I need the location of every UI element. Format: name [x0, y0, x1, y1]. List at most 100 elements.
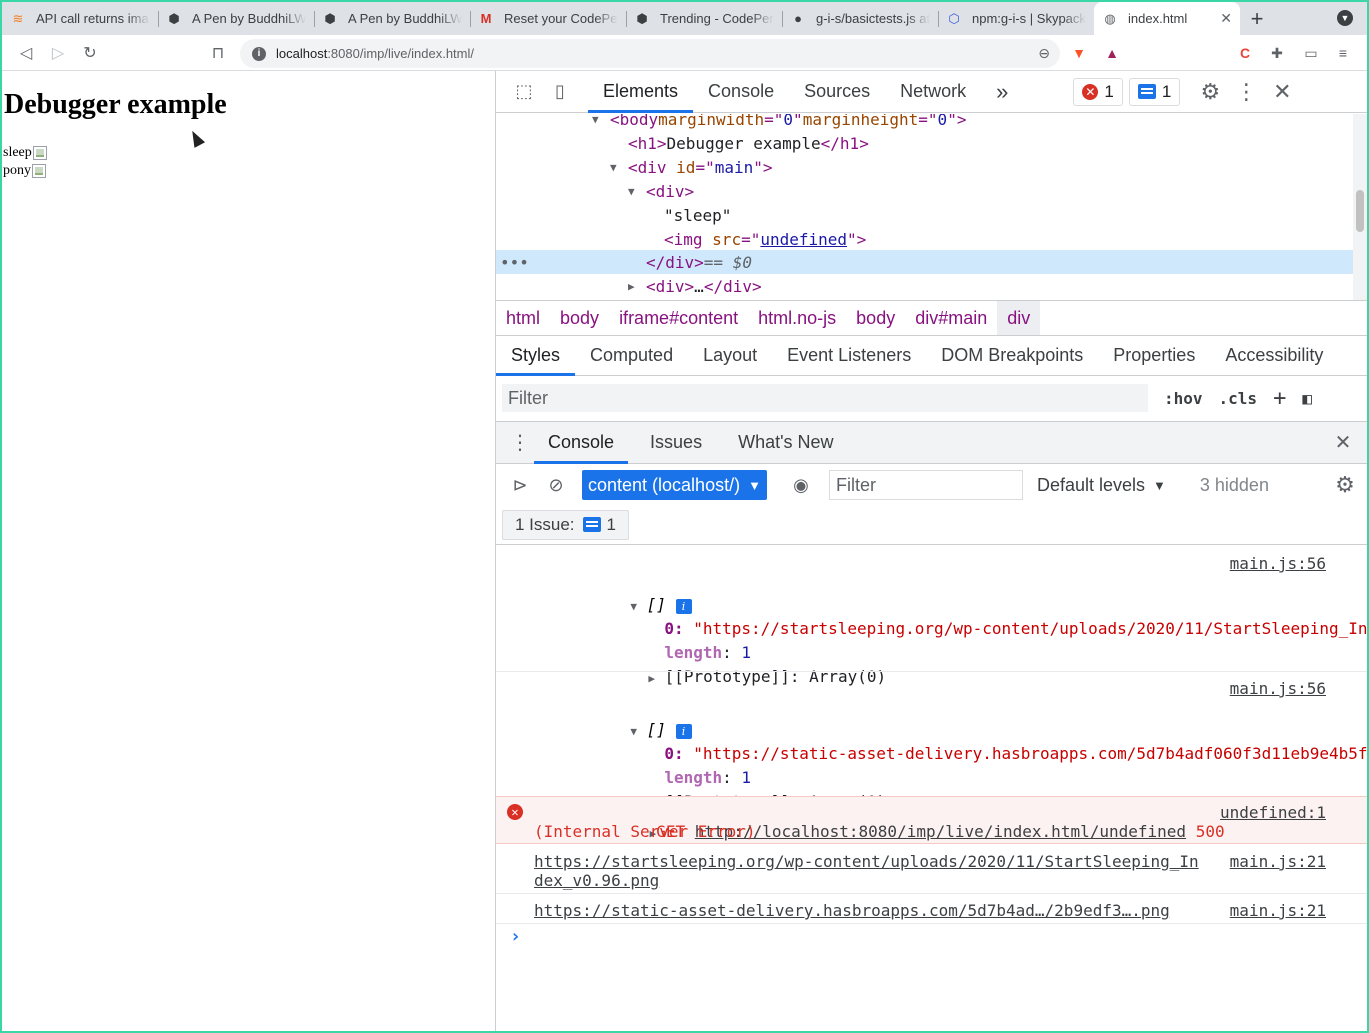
- site-info-icon[interactable]: i: [252, 46, 266, 61]
- tab-title: A Pen by BuddhiLW: [348, 11, 462, 26]
- drawer-tab-console[interactable]: Console: [534, 422, 629, 464]
- list-item: pony: [3, 163, 46, 179]
- more-tabs-button[interactable]: »: [981, 71, 1023, 113]
- zoom-icon[interactable]: ⊖: [1038, 45, 1050, 62]
- breadcrumb-item[interactable]: iframe#content: [609, 301, 748, 335]
- show-sidebar-icon[interactable]: ⊳: [502, 464, 538, 506]
- console-prompt[interactable]: ›: [510, 926, 521, 947]
- dom-node[interactable]: <h1> Debugger example </h1>: [496, 131, 1354, 155]
- live-expression-eye-icon[interactable]: ◉: [783, 464, 819, 506]
- expand-triangle-icon[interactable]: ▼: [610, 161, 628, 174]
- context-selector[interactable]: content (localhost/) ▼: [582, 470, 767, 500]
- dom-text-node[interactable]: "sleep": [496, 203, 1354, 227]
- source-link[interactable]: main.js:56: [1230, 679, 1326, 698]
- drawer-menu-icon[interactable]: ⋮: [506, 422, 534, 464]
- drawer-tab-issues[interactable]: Issues: [636, 422, 716, 464]
- new-tab-button[interactable]: +: [1240, 2, 1274, 35]
- tab-accessibility[interactable]: Accessibility: [1210, 336, 1338, 376]
- hov-toggle[interactable]: :hov: [1164, 389, 1203, 408]
- tab-sources[interactable]: Sources: [789, 71, 885, 113]
- browser-tab[interactable]: ⬢ A Pen by BuddhiLW: [314, 2, 470, 35]
- dom-node[interactable]: ▶ <div>… </div>: [496, 274, 1354, 298]
- logged-url-link[interactable]: dex_v0.96.png: [534, 871, 659, 890]
- browser-tab[interactable]: ⬢ Trending - CodePen: [626, 2, 782, 35]
- dom-tree-scrollbar[interactable]: [1353, 114, 1367, 300]
- source-link[interactable]: undefined:1: [1220, 803, 1326, 822]
- collapsed-triangle-icon[interactable]: ▶: [648, 672, 655, 685]
- cls-toggle[interactable]: .cls: [1219, 389, 1258, 408]
- breadcrumb-item[interactable]: div#main: [905, 301, 997, 335]
- dom-node-selected[interactable]: ••• </div> == $0: [496, 250, 1354, 274]
- clear-console-icon[interactable]: ⊘: [538, 464, 574, 506]
- dom-tree[interactable]: ▼ < body marginwidth =" 0 " marginheight =" 0 ">…: [496, 114, 1354, 300]
- close-devtools-icon[interactable]: ✕: [1264, 71, 1300, 113]
- dom-node[interactable]: ▼ <div id =" main ">: [496, 155, 1354, 179]
- extension-c-icon[interactable]: C: [1234, 43, 1256, 63]
- error-count-badge[interactable]: ✕ 1: [1073, 77, 1123, 106]
- browser-tab[interactable]: ⬡ npm:g-i-s | Skypack: [938, 2, 1094, 35]
- console-filter-input[interactable]: Filter: [828, 470, 1023, 500]
- logged-url-link[interactable]: https://startsleeping.org/wp-content/upl…: [534, 852, 1199, 871]
- reload-button[interactable]: ↻: [74, 39, 106, 67]
- logged-url-link[interactable]: https://static-asset-delivery.hasbroapps…: [534, 901, 1170, 920]
- breadcrumb-item[interactable]: body: [550, 301, 609, 335]
- breadcrumb-item[interactable]: html.no-js: [748, 301, 846, 335]
- browser-menu-icon[interactable]: ≡: [1332, 43, 1354, 63]
- styles-filter-input[interactable]: Filter: [502, 384, 1148, 412]
- tab-properties[interactable]: Properties: [1098, 336, 1210, 376]
- tab-layout[interactable]: Layout: [688, 336, 772, 376]
- browser-tab[interactable]: ● g-i-s/basictests.js at m: [782, 2, 938, 35]
- new-style-rule-icon[interactable]: +: [1273, 386, 1286, 411]
- tab-title: g-i-s/basictests.js at m: [816, 11, 930, 26]
- tab-computed[interactable]: Computed: [575, 336, 688, 376]
- message-count-badge[interactable]: 1: [1128, 77, 1181, 106]
- source-link[interactable]: main.js:56: [1230, 554, 1326, 573]
- more-options-icon[interactable]: ⋮: [1228, 71, 1264, 113]
- breadcrumb-item-active[interactable]: div: [997, 301, 1041, 335]
- device-toolbar-icon[interactable]: ▯: [542, 71, 578, 113]
- settings-gear-icon[interactable]: ⚙: [1192, 71, 1228, 113]
- item-label: pony: [3, 163, 31, 178]
- inspect-element-icon[interactable]: ⬚: [506, 71, 542, 113]
- browser-tab[interactable]: M Reset your CodePen p: [470, 2, 626, 35]
- tab-styles[interactable]: Styles: [496, 336, 576, 376]
- browser-tab[interactable]: ⬢ A Pen by BuddhiLW: [158, 2, 314, 35]
- node-actions-icon[interactable]: •••: [500, 253, 529, 272]
- close-tab-icon[interactable]: ✕: [1220, 10, 1232, 27]
- tab-network[interactable]: Network: [885, 71, 981, 113]
- dom-node[interactable]: ▼ < body marginwidth =" 0 " marginheight =" 0 ">: [496, 114, 1354, 131]
- console-settings-gear-icon[interactable]: ⚙: [1327, 464, 1363, 506]
- tab-event-listeners[interactable]: Event Listeners: [772, 336, 926, 376]
- drawer-tab-whats-new[interactable]: What's New: [724, 422, 847, 464]
- wallet-icon[interactable]: ▭: [1300, 43, 1322, 63]
- back-button[interactable]: ◁: [10, 39, 42, 67]
- tab-elements[interactable]: Elements: [588, 71, 694, 113]
- dom-node[interactable]: <img src =" undefined ">: [496, 227, 1354, 251]
- tab-dom-breakpoints[interactable]: DOM Breakpoints: [926, 336, 1098, 376]
- expand-triangle-icon[interactable]: ▼: [592, 114, 610, 126]
- breadcrumb-item[interactable]: body: [846, 301, 905, 335]
- toggle-sidebar-icon[interactable]: ◧: [1302, 389, 1312, 408]
- log-levels-dropdown[interactable]: Default levels ▼: [1037, 475, 1166, 496]
- breadcrumb-item[interactable]: html: [496, 301, 550, 335]
- item-label: sleep: [3, 145, 32, 160]
- source-link[interactable]: main.js:21: [1230, 852, 1326, 871]
- extensions-puzzle-icon[interactable]: ✚: [1266, 43, 1288, 63]
- bookmark-icon[interactable]: ⊓: [202, 39, 234, 67]
- address-bar[interactable]: i localhost:8080/imp/live/index.html/ ⊖: [240, 39, 1060, 68]
- issues-button[interactable]: 1 Issue: 1: [502, 509, 630, 540]
- error-url-link[interactable]: http://localhost:8080/imp/live/index.htm…: [695, 822, 1186, 841]
- expand-triangle-icon[interactable]: ▼: [628, 185, 646, 198]
- close-drawer-icon[interactable]: ✕: [1325, 422, 1361, 464]
- dom-node[interactable]: ▼ < div >: [496, 179, 1354, 203]
- array-prototype[interactable]: ▶ [[Prototype]]: Array(0): [552, 648, 886, 705]
- brave-rewards-icon[interactable]: ▲: [1101, 43, 1123, 63]
- browser-tab-active[interactable]: ◍ index.html ✕: [1094, 2, 1240, 35]
- tab-search-icon[interactable]: ▼: [1337, 10, 1353, 26]
- brave-shield-icon[interactable]: ▼: [1068, 43, 1090, 63]
- browser-tab[interactable]: ≋ API call returns image: [2, 2, 158, 35]
- source-link[interactable]: main.js:21: [1230, 901, 1326, 920]
- tab-console[interactable]: Console: [693, 71, 789, 113]
- collapsed-triangle-icon[interactable]: ▶: [628, 280, 646, 293]
- forward-button[interactable]: ▷: [42, 39, 74, 67]
